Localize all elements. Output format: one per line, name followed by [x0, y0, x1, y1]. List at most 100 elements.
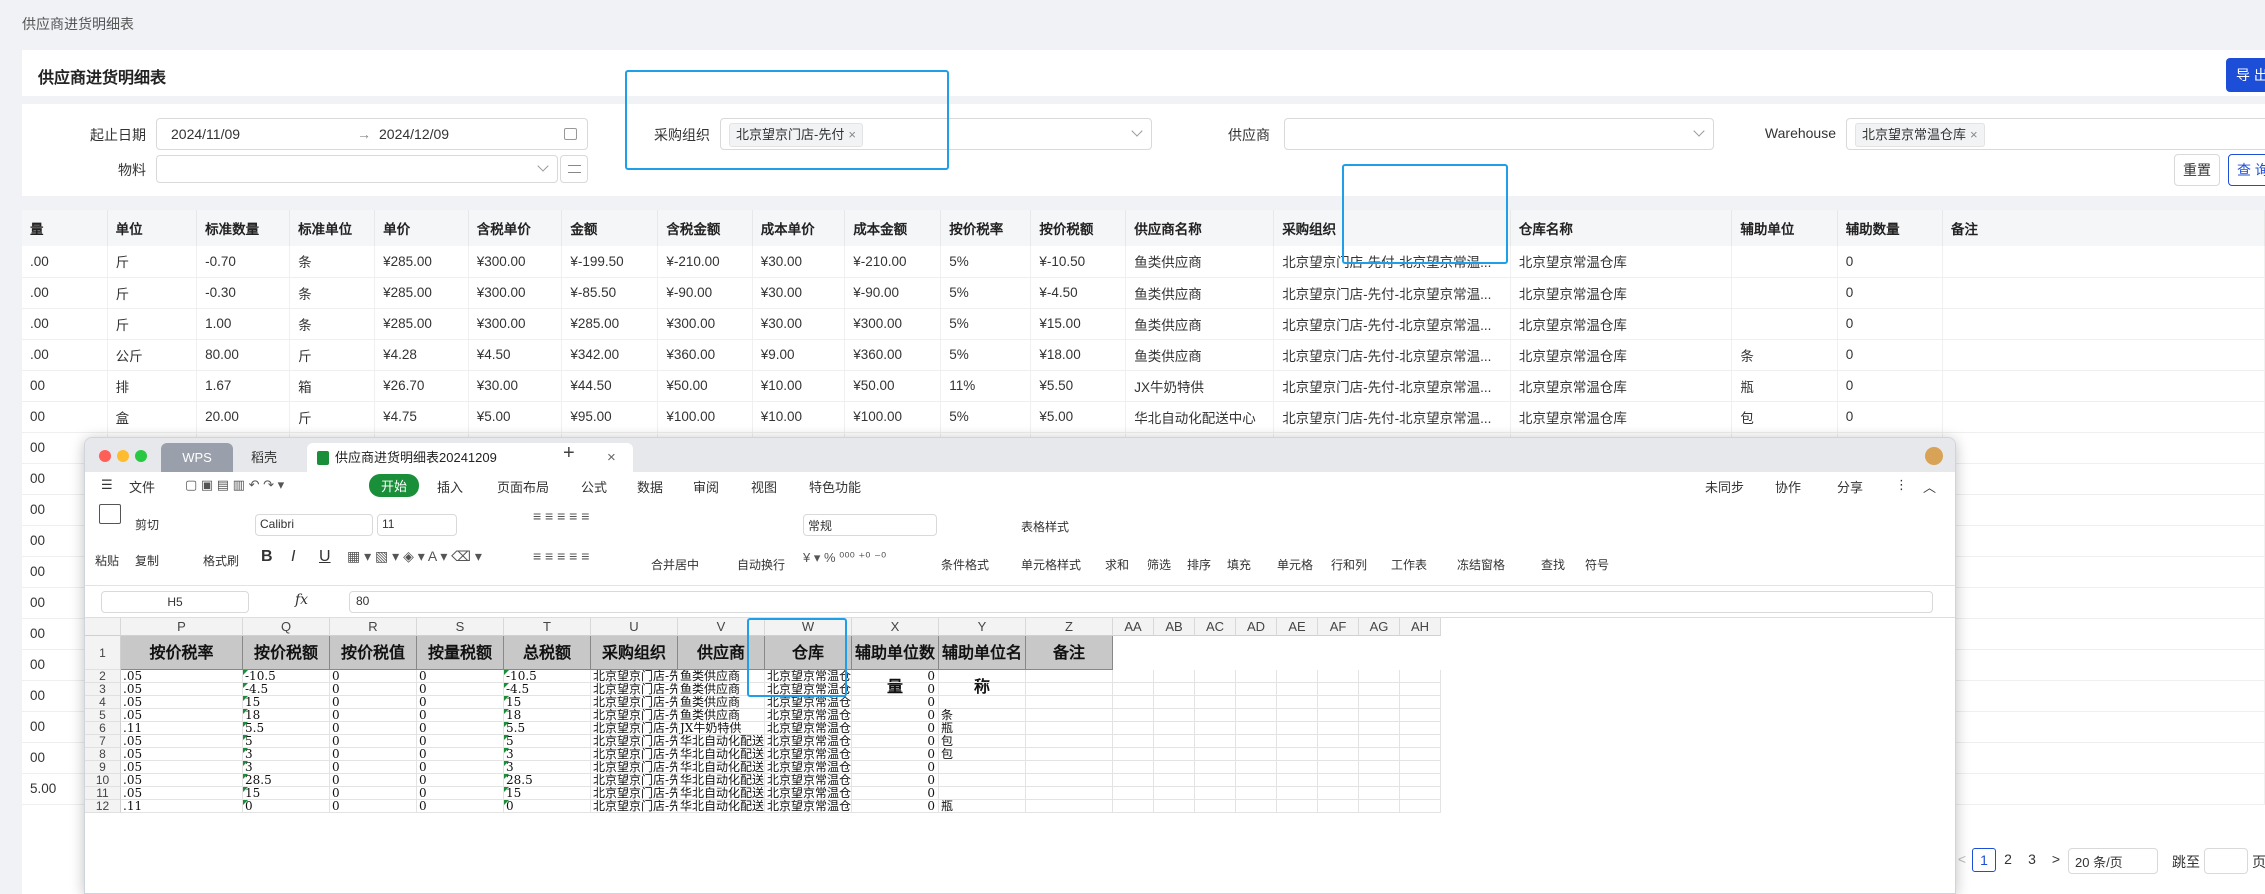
sheet-cell[interactable]: 北京望京常温仓库: [765, 735, 852, 748]
sheet-cell[interactable]: 北京望京门店-先付-北京望京常温: [591, 735, 678, 748]
sheet-cell[interactable]: [1277, 670, 1318, 683]
sheet-header-cell[interactable]: 总税额: [504, 636, 591, 670]
sheet-cell[interactable]: [1195, 722, 1236, 735]
sheet-cell[interactable]: 0: [417, 670, 504, 683]
sheet-cell[interactable]: [1236, 774, 1277, 787]
sheet-cell[interactable]: 北京望京门店-先付-北京望京常温: [591, 709, 678, 722]
sheet-cell[interactable]: 5: [243, 735, 330, 748]
menu-page-layout[interactable]: 页面布局: [497, 477, 549, 496]
cut-button[interactable]: 剪切: [135, 516, 159, 533]
sheet-cell[interactable]: [1236, 722, 1277, 735]
table-row[interactable]: .00 斤 -0.70 条 ¥285.00 ¥300.00 ¥-199.50 ¥-210.00…: [22, 246, 2265, 278]
sheet-cell[interactable]: [1026, 787, 1113, 800]
sheet-cell[interactable]: 3: [243, 761, 330, 774]
menu-view[interactable]: 视图: [751, 477, 777, 496]
sheet-cell[interactable]: 0: [330, 683, 417, 696]
sheet-cell[interactable]: 0: [852, 735, 939, 748]
column-header[interactable]: 按价税率: [940, 210, 1032, 246]
sheet-cell[interactable]: [1195, 683, 1236, 696]
find-button[interactable]: 查找: [1541, 556, 1565, 573]
cell-button[interactable]: 单元格: [1277, 556, 1313, 573]
sheet-cell[interactable]: [1400, 787, 1441, 800]
sheet-cell[interactable]: .05: [121, 748, 243, 761]
sheet-cell[interactable]: 华北自动化配送中心: [678, 800, 765, 813]
column-header[interactable]: 标准数量: [196, 210, 291, 246]
sheet-cell[interactable]: 0: [852, 722, 939, 735]
export-button[interactable]: 导 出: [2226, 58, 2265, 92]
maximize-window-icon[interactable]: [135, 450, 147, 462]
sheet-cell[interactable]: 0: [243, 800, 330, 813]
font-size-select[interactable]: 11: [377, 514, 457, 536]
material-picker-button[interactable]: [560, 155, 588, 183]
sheet-cell[interactable]: [1277, 761, 1318, 774]
sort-button[interactable]: 排序: [1187, 556, 1211, 573]
tag-close-icon[interactable]: ×: [1970, 127, 1978, 142]
formula-input[interactable]: 80: [349, 591, 1933, 613]
sheet-cell[interactable]: [1277, 696, 1318, 709]
column-header[interactable]: 含税单价: [468, 210, 563, 246]
sheet-cell[interactable]: 0: [417, 774, 504, 787]
sheet-cell[interactable]: [1113, 722, 1154, 735]
tab-docer[interactable]: 稻壳: [237, 443, 291, 472]
column-header[interactable]: 供应商名称: [1125, 210, 1275, 246]
sheet-cell[interactable]: [1154, 683, 1195, 696]
collapse-ribbon-icon[interactable]: ︿: [1923, 477, 1936, 496]
sheet-cell[interactable]: [1026, 670, 1113, 683]
sheet-cell[interactable]: 0: [852, 709, 939, 722]
sheet-cell[interactable]: [1236, 761, 1277, 774]
paste-button[interactable]: 粘贴: [95, 552, 119, 569]
close-window-icon[interactable]: [99, 450, 111, 462]
column-header[interactable]: 单价: [374, 210, 469, 246]
page-1-button[interactable]: 1: [1972, 848, 1996, 872]
sheet-cell[interactable]: [1154, 709, 1195, 722]
hamburger-icon[interactable]: ☰: [101, 477, 113, 493]
sheet-cell[interactable]: 北京望京门店-先付-北京望京常温: [591, 722, 678, 735]
sheet-cell[interactable]: 5.5: [243, 722, 330, 735]
sheet-cell[interactable]: 0: [852, 787, 939, 800]
supplier-select[interactable]: [1284, 118, 1714, 150]
column-letter-ab[interactable]: AB: [1154, 618, 1195, 636]
sheet-cell[interactable]: [1318, 735, 1359, 748]
sheet-cell[interactable]: 北京望京门店-先付-北京望京常温: [591, 748, 678, 761]
sheet-cell[interactable]: 北京望京常温仓库: [765, 774, 852, 787]
column-header[interactable]: 辅助单位: [1731, 210, 1838, 246]
sheet-cell[interactable]: [1026, 709, 1113, 722]
menu-file[interactable]: 文件: [129, 477, 155, 496]
page-size-select[interactable]: 20 条/页: [2068, 848, 2158, 874]
quick-access-icons[interactable]: ▢ ▣ ▤ ▥ ↶ ↷ ▾: [185, 477, 284, 493]
sheet-cell[interactable]: [1236, 748, 1277, 761]
material-select[interactable]: [156, 155, 558, 183]
sheet-cell[interactable]: 北京望京门店-先付-北京望京常温: [591, 683, 678, 696]
sheet-cell[interactable]: [1026, 761, 1113, 774]
wrap-text-button[interactable]: 自动换行: [737, 556, 785, 573]
sheet-cell[interactable]: .05: [121, 709, 243, 722]
name-box[interactable]: H5: [101, 591, 249, 613]
date-range-picker[interactable]: 2024/11/09 → 2024/12/09: [156, 118, 588, 150]
sheet-cell[interactable]: 北京望京常温仓库: [765, 800, 852, 813]
sheet-cell[interactable]: [1359, 774, 1400, 787]
share-button[interactable]: 分享: [1837, 477, 1863, 496]
sheet-cell[interactable]: 华北自动化配送中心: [678, 761, 765, 774]
sheet-cell[interactable]: [1400, 709, 1441, 722]
column-letter-z[interactable]: Z: [1026, 618, 1113, 636]
sheet-cell[interactable]: 0: [417, 722, 504, 735]
sheet-cell[interactable]: [1318, 748, 1359, 761]
column-header[interactable]: 辅助数量: [1837, 210, 1944, 246]
cell-style-button[interactable]: 单元格样式: [1021, 556, 1081, 573]
sheet-cell[interactable]: 北京望京常温仓库: [765, 709, 852, 722]
column-letter-s[interactable]: S: [417, 618, 504, 636]
new-tab-icon[interactable]: +: [563, 442, 575, 465]
sheet-cell[interactable]: [1236, 696, 1277, 709]
sheet-cell[interactable]: 15: [504, 696, 591, 709]
sheet-cell[interactable]: [1359, 670, 1400, 683]
sheet-cell[interactable]: [1277, 683, 1318, 696]
page-3-button[interactable]: 3: [2020, 848, 2044, 872]
sheet-cell[interactable]: 0: [852, 683, 939, 696]
sheet-header-cell[interactable]: 辅助单位数量: [852, 636, 939, 696]
sheet-cell[interactable]: [1195, 670, 1236, 683]
sheet-cell[interactable]: [1400, 735, 1441, 748]
sheet-cell[interactable]: 0: [417, 800, 504, 813]
sheet-cell[interactable]: 0: [417, 787, 504, 800]
sheet-cell[interactable]: [1113, 748, 1154, 761]
sheet-cell[interactable]: [1154, 748, 1195, 761]
